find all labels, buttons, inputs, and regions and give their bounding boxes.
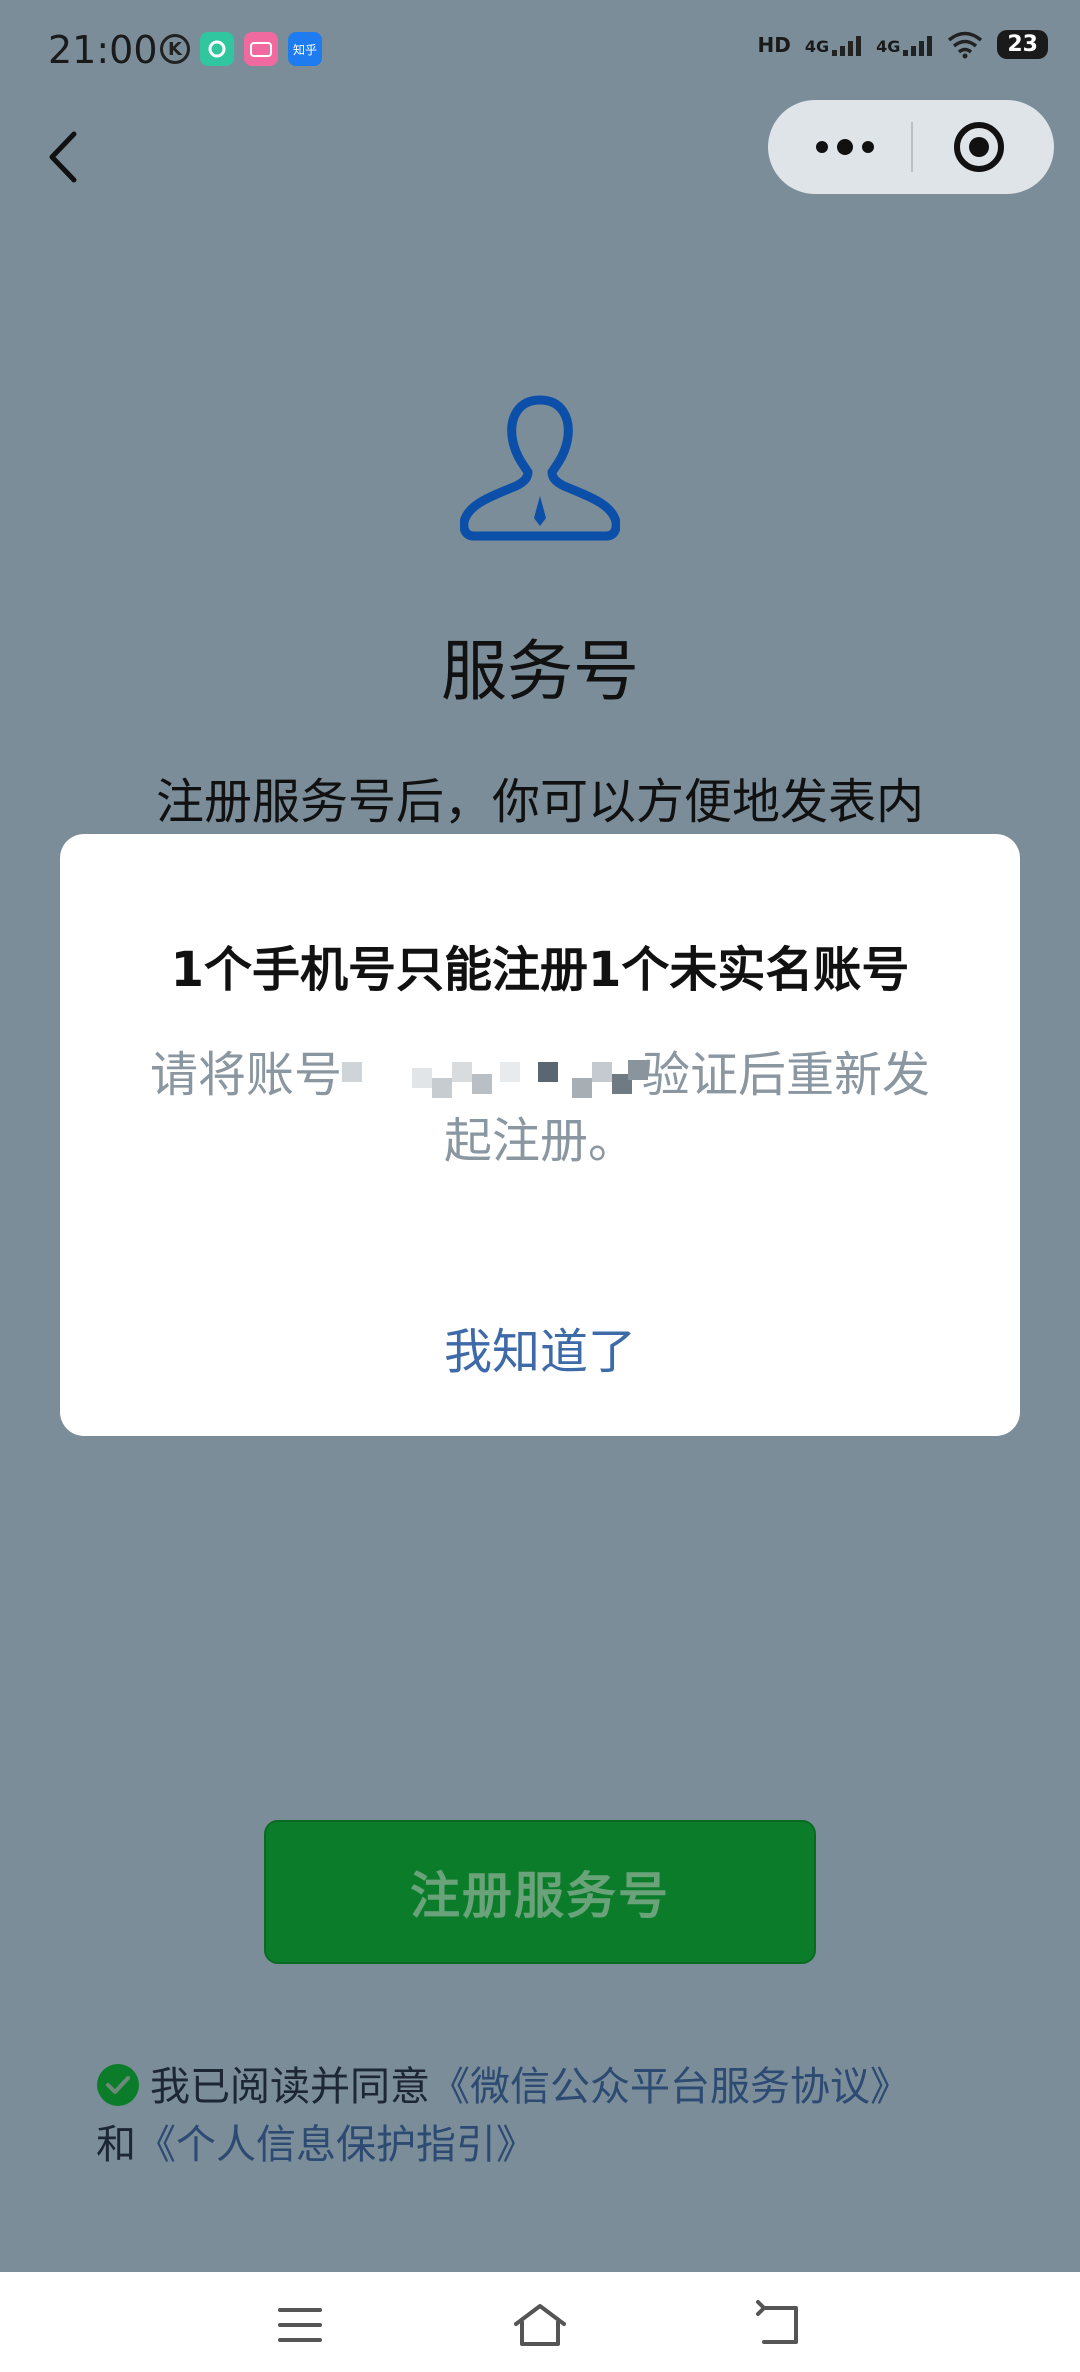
status-bar: 21:00 K 知乎 HD 4G 4G 23 — [0, 0, 1080, 100]
capsule-divider — [911, 122, 913, 172]
leaf-app-icon — [200, 32, 234, 66]
system-back-button[interactable] — [750, 2300, 810, 2350]
dialog-message-suffix: 验证后重新发 — [642, 1047, 931, 1103]
status-indicators: HD 4G 4G 23 — [757, 30, 1048, 59]
agreement-connector: 和 — [96, 2122, 136, 2168]
agreement-text: 我已阅读并同意《微信公众平台服务协议》 和《个人信息保护指引》 — [96, 2058, 996, 2174]
menu-icon — [278, 2308, 322, 2342]
signal-icon-2: 4G — [876, 34, 933, 56]
dialog-confirm-button[interactable]: 我知道了 — [60, 1312, 1020, 1382]
back-button[interactable] — [40, 122, 90, 192]
signal-icon-1: 4G — [805, 34, 862, 56]
alert-dialog: 1个手机号只能注册1个未实名账号 请将账号 验证后重新发 起注册。 我知道了 — [60, 834, 1020, 1436]
home-icon — [514, 2304, 566, 2346]
status-app-icons: K 知乎 — [160, 32, 322, 66]
dialog-message-prefix: 请将账号 — [149, 1047, 342, 1103]
hd-indicator: HD — [757, 32, 791, 57]
redacted-account-mosaic — [342, 1058, 648, 1098]
dialog-title: 1个手机号只能注册1个未实名账号 — [170, 942, 910, 998]
dialog-message-line2: 起注册。 — [443, 1113, 636, 1169]
agreement-checkbox[interactable] — [96, 2063, 140, 2107]
more-button[interactable] — [810, 130, 880, 164]
target-close-icon — [954, 122, 1004, 172]
agreement-prefix: 我已阅读并同意 — [150, 2064, 430, 2110]
recent-apps-button[interactable] — [270, 2300, 330, 2350]
close-miniprogram-button[interactable] — [952, 120, 1006, 174]
check-circle-icon — [97, 2064, 139, 2106]
chevron-left-icon — [49, 131, 77, 183]
intro-text: 注册服务号后，你可以方便地发表内 — [155, 774, 924, 830]
home-button[interactable] — [510, 2300, 570, 2350]
privacy-guide-link[interactable]: 《个人信息保护指引》 — [136, 2122, 536, 2168]
status-time: 21:00 — [48, 28, 158, 72]
register-service-account-button[interactable]: 注册服务号 — [264, 1820, 816, 1964]
service-account-person-icon — [460, 395, 620, 541]
page-title: 服务号 — [441, 633, 639, 710]
wifi-icon — [948, 31, 983, 58]
dialog-message: 请将账号 验证后重新发 起注册。 — [120, 1042, 960, 1174]
zhihu-icon: 知乎 — [288, 32, 322, 66]
miniprogram-capsule — [768, 100, 1054, 194]
bilibili-icon — [244, 32, 278, 66]
service-agreement-link[interactable]: 《微信公众平台服务协议》 — [430, 2064, 910, 2110]
k-icon: K — [160, 34, 190, 64]
system-nav-bar — [0, 2272, 1080, 2372]
return-icon — [756, 2300, 798, 2344]
more-dots-icon — [816, 139, 874, 155]
battery-icon: 23 — [997, 30, 1048, 59]
